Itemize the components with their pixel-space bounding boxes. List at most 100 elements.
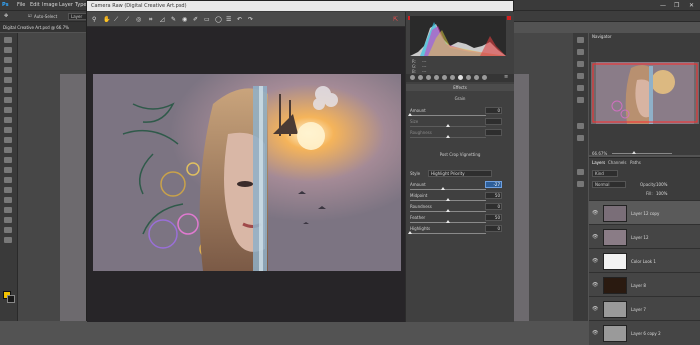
slider-value-input[interactable]: 0 — [485, 107, 502, 114]
slider-value-input[interactable]: 0 — [485, 203, 502, 210]
hand-tool-icon[interactable] — [4, 217, 12, 223]
grain-slider-size[interactable]: Size — [410, 118, 510, 129]
maximize-button[interactable]: ❐ — [674, 2, 679, 9]
properties-panel-icon[interactable] — [577, 97, 584, 103]
crop-icon[interactable]: ⌗ — [149, 16, 152, 24]
type-tool-icon[interactable] — [4, 187, 12, 193]
tab-navigator[interactable]: Navigator — [592, 34, 612, 39]
tab-split-toning-icon[interactable] — [442, 75, 447, 80]
slider-thumb[interactable] — [408, 231, 412, 234]
camera-raw-title-bar[interactable]: Camera Raw (Digital Creative Art.psd) — [87, 1, 513, 11]
visibility-eye-icon[interactable]: 👁 — [592, 306, 598, 312]
color-panel-icon[interactable] — [577, 61, 584, 67]
blend-mode-select[interactable]: Normal — [592, 181, 626, 188]
preview-image[interactable] — [93, 74, 401, 271]
vignette-slider-midpoint[interactable]: Midpoint 50 — [410, 192, 510, 203]
tab-layers[interactable]: Layers — [592, 160, 605, 165]
straighten-icon[interactable]: ◿ — [160, 16, 165, 23]
targeted-adjust-icon[interactable]: ◎ — [136, 16, 141, 23]
tab-calibration-icon[interactable] — [466, 75, 471, 80]
tab-effects-icon[interactable] — [458, 75, 463, 80]
highlight-clipping-warning-icon[interactable] — [507, 16, 511, 20]
paragraph-panel-icon[interactable] — [577, 123, 584, 129]
slider-value-input[interactable] — [485, 118, 502, 125]
layer-filter-select[interactable]: Kind — [592, 170, 618, 177]
hand-icon[interactable]: ✋ — [103, 16, 110, 23]
vignette-slider-roundness[interactable]: Roundness 0 — [410, 203, 510, 214]
tab-lens-icon[interactable] — [450, 75, 455, 80]
tab-tone-curve-icon[interactable] — [418, 75, 423, 80]
slider-thumb[interactable] — [446, 220, 450, 223]
menu-file[interactable]: File — [17, 2, 25, 8]
layer-row[interactable]: 👁 Layer 6 copy 2 — [589, 320, 700, 345]
pen-tool-icon[interactable] — [4, 177, 12, 183]
menu-layer[interactable]: Layer — [59, 2, 73, 8]
graduated-filter-icon[interactable]: ▭ — [204, 16, 210, 23]
slider-thumb[interactable] — [446, 209, 450, 212]
tab-presets-icon[interactable] — [474, 75, 479, 80]
slider-thumb[interactable] — [440, 187, 445, 190]
quick-select-tool-icon[interactable] — [4, 67, 12, 73]
slider-value-input[interactable]: 50 — [485, 192, 502, 199]
slider-thumb[interactable] — [446, 198, 450, 201]
layer-row[interactable]: 👁 Layer 12 copy — [589, 200, 700, 225]
shape-tool-icon[interactable] — [4, 207, 12, 213]
layer-row[interactable]: 👁 Layer 12 — [589, 224, 700, 249]
fullscreen-toggle-icon[interactable]: ⇱ — [393, 16, 398, 23]
vignette-style-select[interactable]: Highlight Priority — [428, 170, 492, 177]
adjustments-panel-icon[interactable] — [577, 49, 584, 55]
opacity-value[interactable]: 100% — [656, 182, 667, 187]
red-eye-icon[interactable]: ◉ — [182, 16, 187, 23]
grain-slider-amount[interactable]: Amount 0 — [408, 107, 510, 118]
move-tool-icon[interactable]: ✥ — [4, 13, 8, 19]
visibility-eye-icon[interactable]: 👁 — [592, 210, 598, 216]
crop-tool-icon[interactable] — [4, 77, 12, 83]
lasso-tool-icon[interactable] — [4, 57, 12, 63]
panel-menu-icon[interactable]: ≡ — [504, 74, 508, 80]
marquee-tool-icon[interactable] — [4, 47, 12, 53]
character-panel-icon[interactable] — [577, 135, 584, 141]
visibility-eye-icon[interactable]: 👁 — [592, 282, 598, 288]
info-panel-icon[interactable] — [577, 169, 584, 175]
fill-value[interactable]: 100% — [656, 191, 667, 196]
path-select-tool-icon[interactable] — [4, 197, 12, 203]
tab-detail-icon[interactable] — [426, 75, 431, 80]
visibility-eye-icon[interactable]: 👁 — [592, 330, 598, 336]
photoshop-logo-icon[interactable]: Ps — [2, 2, 9, 8]
eyedropper-tool-icon[interactable] — [4, 87, 12, 93]
dodge-tool-icon[interactable] — [4, 167, 12, 173]
auto-select-checkbox[interactable]: ☑ — [28, 13, 32, 18]
layer-row[interactable]: 👁 Layer 7 — [589, 296, 700, 321]
background-color-swatch[interactable] — [7, 295, 15, 303]
navigator-thumbnail[interactable] — [591, 62, 699, 124]
menu-edit[interactable]: Edit — [30, 2, 40, 8]
brush-panel-icon[interactable] — [577, 85, 584, 91]
visibility-eye-icon[interactable]: 👁 — [592, 258, 598, 264]
history-brush-tool-icon[interactable] — [4, 127, 12, 133]
gradient-tool-icon[interactable] — [4, 147, 12, 153]
preferences-icon[interactable]: ☰ — [226, 16, 231, 23]
menu-image[interactable]: Image — [42, 2, 58, 8]
tab-basic-icon[interactable] — [410, 75, 415, 80]
slider-track[interactable] — [410, 233, 486, 234]
tab-channels[interactable]: Channels — [608, 160, 627, 165]
tab-snapshots-icon[interactable] — [482, 75, 487, 80]
stamp-tool-icon[interactable] — [4, 117, 12, 123]
minimize-button[interactable]: — — [660, 2, 666, 9]
zoom-icon[interactable]: ⚲ — [92, 16, 96, 23]
tab-paths[interactable]: Paths — [630, 160, 641, 165]
vignette-slider-amount[interactable]: Amount -27 — [410, 181, 510, 192]
layer-select[interactable]: Layer — [68, 13, 88, 20]
navigator-zoom-value[interactable]: 66.67% — [592, 151, 607, 156]
slider-value-input[interactable]: -27 — [485, 181, 502, 188]
document-tab[interactable]: Digital Creative Art.psd @ 66.7% — [0, 22, 90, 32]
slider-value-input[interactable]: 0 — [485, 225, 502, 232]
white-balance-icon[interactable]: ⟋ — [114, 16, 118, 24]
visibility-eye-icon[interactable]: 👁 — [592, 234, 598, 240]
layer-row[interactable]: 👁 Layer 8 — [589, 272, 700, 297]
more-tools-icon[interactable] — [4, 237, 12, 243]
healing-tool-icon[interactable] — [4, 97, 12, 103]
rotate-ccw-icon[interactable]: ↶ — [237, 16, 242, 23]
vignette-slider-highlights[interactable]: Highlights 0 — [408, 225, 510, 236]
rotate-cw-icon[interactable]: ↷ — [248, 16, 253, 23]
